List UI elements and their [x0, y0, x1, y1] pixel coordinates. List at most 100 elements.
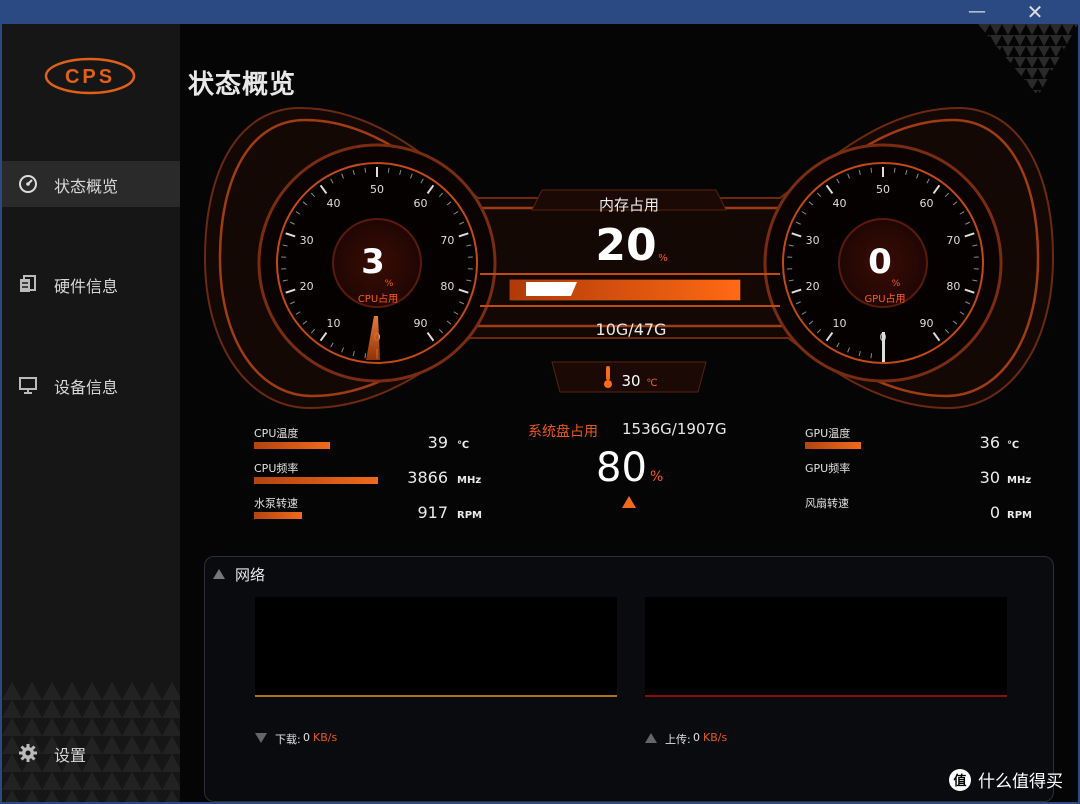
hardware-icon — [20, 275, 36, 292]
pump-speed-unit: RPM — [457, 510, 482, 521]
gpu-freq-unit: MHz — [1007, 475, 1032, 486]
download-arrow-icon — [255, 733, 267, 743]
main-window: CPS 状态概览 硬件信息 设备信息 设置 状态概览 10 20 30 40 5… — [2, 24, 1078, 802]
disk-label: 系统盘占用 — [528, 424, 598, 440]
sidebar-item-status[interactable]: 状态概览 — [2, 161, 180, 207]
gauge-tick-label: 80 — [440, 280, 454, 293]
upload-graph — [645, 597, 1007, 697]
memory-unit: % — [658, 253, 668, 264]
settings-label: 设置 — [54, 746, 87, 765]
network-title: 网络 — [235, 566, 266, 584]
gauge-minor-tick — [870, 353, 873, 359]
gauge-tick-label: 70 — [440, 234, 454, 247]
disk-unit: % — [650, 469, 664, 485]
pump-speed-bar — [254, 512, 302, 519]
gauge-tick-label: 30 — [300, 234, 314, 247]
cpu-freq-label: CPU频率 — [254, 462, 299, 475]
memory-value: 20 — [595, 220, 656, 271]
upload-label: 上传: — [665, 733, 691, 746]
gauge-tick-label: 80 — [946, 280, 960, 293]
gauge-minor-tick — [387, 167, 390, 173]
minimize-button[interactable]: — — [962, 2, 992, 24]
download-unit: KB/s — [313, 731, 338, 744]
gauge-tick-label: 40 — [327, 197, 341, 210]
gauge-tick-label: 20 — [806, 280, 820, 293]
sidebar-item-label: 硬件信息 — [54, 277, 119, 296]
gpu-temp-unit: ℃ — [1007, 440, 1020, 451]
gpu-freq-label: GPU频率 — [805, 462, 851, 475]
pump-speed-label: 水泵转速 — [254, 497, 298, 510]
gauge-tick-label: 60 — [413, 197, 427, 210]
sidebar-item-device[interactable]: 设备信息 — [2, 362, 180, 408]
watermark: 值 什么值得买 — [948, 767, 1063, 792]
gpu-value: 0 — [868, 242, 892, 282]
gpu-label: GPU占用 — [864, 292, 905, 305]
gauge-tick-label: 90 — [413, 317, 427, 330]
fan-speed-unit: RPM — [1007, 510, 1032, 521]
svg-text:CPS: CPS — [65, 66, 115, 88]
gauge-tick-label: 50 — [876, 183, 890, 196]
gauge-minor-tick — [893, 167, 896, 173]
cpu-freq-unit: MHz — [457, 475, 482, 486]
disk-value: 80 — [596, 445, 647, 491]
gpu-temp-label: GPU温度 — [805, 427, 851, 440]
dashboard-gauges: 0102030405060708090 3 % CPU占用 0102030405… — [203, 106, 1055, 410]
gauge-tick-label: 40 — [833, 197, 847, 210]
collapse-triangle-icon[interactable] — [213, 569, 225, 579]
monitor-icon — [19, 377, 37, 394]
gauge-minor-tick — [364, 353, 367, 359]
gauge-tick-label: 90 — [919, 317, 933, 330]
upload-value: 0 — [693, 731, 700, 744]
dashboard-icon — [19, 175, 37, 193]
gpu-freq-value: 30 — [979, 468, 1000, 487]
pump-speed-value: 917 — [417, 503, 448, 522]
cpu-value: 3 — [361, 242, 385, 282]
close-button[interactable]: ✕ — [1020, 0, 1050, 24]
gpu-temp-value: 36 — [979, 433, 1000, 452]
cpu-unit: % — [385, 279, 394, 289]
fan-speed-value: 0 — [989, 503, 1000, 522]
fan-speed-label: 风扇转速 — [805, 497, 849, 510]
gpu-gauge: 0102030405060708090 0 % GPU占用 — [763, 143, 1003, 383]
sidebar-item-settings[interactable]: 设置 — [2, 730, 180, 776]
gauge-tick-label: 30 — [806, 234, 820, 247]
gauge-tick-label: 50 — [370, 183, 384, 196]
watermark-text: 什么值得买 — [978, 772, 1063, 792]
temperature-value: 30 — [621, 372, 640, 390]
sidebar: CPS 状态概览 硬件信息 设备信息 设置 — [2, 24, 180, 802]
cpu-freq-value: 3866 — [407, 468, 448, 487]
upload-arrow-icon — [645, 733, 657, 743]
gauge-tick-label: 10 — [833, 317, 847, 330]
app-frame: — ✕ CPS 状态概览 硬件信息 设备信息 设置 状态概览 10 20 30 … — [0, 0, 1080, 804]
gauge-minor-tick — [364, 167, 367, 173]
disk-usage: 1536G/1907G — [622, 420, 727, 438]
cpu-temp-bar — [254, 442, 330, 449]
gauge-minor-tick — [870, 167, 873, 173]
gauge-tick-label: 70 — [946, 234, 960, 247]
up-arrow-icon — [622, 496, 636, 508]
gauge-tick-label: 10 — [327, 317, 341, 330]
cpu-temp-unit: ℃ — [457, 440, 470, 451]
brand-logo: CPS — [44, 57, 136, 95]
gauge-tick-label: 20 — [300, 280, 314, 293]
cpu-label: CPU占用 — [358, 292, 398, 305]
memory-label: 内存占用 — [599, 196, 659, 214]
download-label: 下载: — [275, 733, 301, 746]
watermark-logo-icon: 值 — [949, 768, 971, 791]
gauge-tick-label: 60 — [919, 197, 933, 210]
cpu-temp-label: CPU温度 — [254, 427, 299, 440]
temperature-unit: ℃ — [646, 378, 657, 389]
cpu-gauge: 0102030405060708090 3 % CPU占用 — [257, 143, 497, 383]
sidebar-item-label: 状态概览 — [54, 177, 119, 196]
upload-unit: KB/s — [703, 731, 728, 744]
cpu-freq-bar — [254, 477, 378, 484]
download-value: 0 — [303, 731, 310, 744]
memory-usage: 10G/47G — [596, 320, 667, 339]
gear-icon — [19, 744, 37, 762]
download-graph — [255, 597, 617, 697]
network-panel: 网络 下载: 0 KB/s 上传: 0 KB/s — [204, 556, 1054, 802]
sidebar-item-hardware[interactable]: 硬件信息 — [2, 261, 180, 307]
corner-pattern — [978, 24, 1078, 96]
cpu-temp-value: 39 — [427, 433, 448, 452]
gpu-temp-bar — [805, 442, 861, 449]
